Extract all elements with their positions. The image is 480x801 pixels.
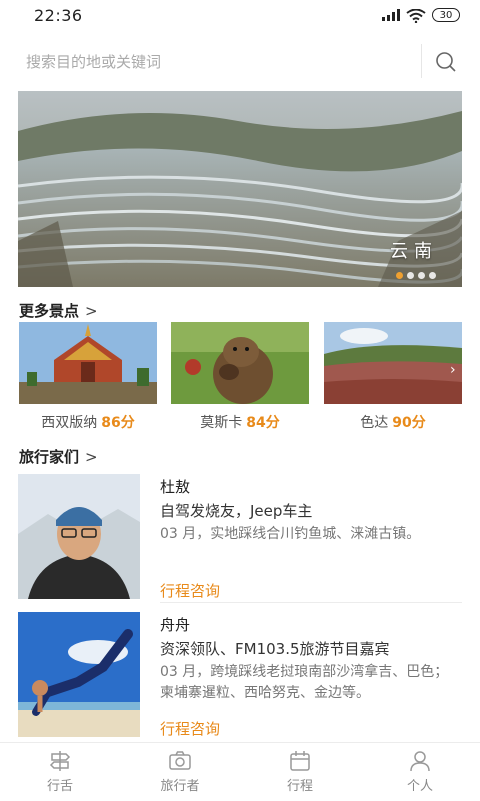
traveler-description: 03 月，实地踩线合川钓鱼城、涞滩古镇。 [160, 526, 421, 542]
spot-score: 86分 [101, 415, 135, 431]
traveler-title: 资深领队、FM103.5旅游节目嘉宾 [160, 640, 390, 658]
spot-label: 莫斯卡 84分 [171, 412, 309, 432]
spot-score: 90分 [392, 415, 426, 431]
temple-image [19, 322, 157, 404]
spot-card-image[interactable] [19, 322, 157, 404]
chevron-right-icon: > [85, 448, 98, 466]
camera-icon [169, 751, 191, 770]
travelers-header[interactable]: 旅行家们 > [19, 446, 98, 467]
person-icon [410, 751, 430, 772]
chevron-right-icon: > [85, 302, 98, 320]
traveler-name: 舟舟 [160, 616, 191, 634]
traveler-name: 杜敖 [160, 478, 191, 496]
spot-card-image[interactable] [171, 322, 309, 404]
divider [160, 602, 462, 603]
search-bar[interactable]: 搜索目的地或关键词 [0, 38, 480, 84]
status-bar: 22:36 30 [0, 0, 480, 32]
wifi-icon [406, 9, 426, 23]
spot-card-image[interactable]: › [324, 322, 462, 404]
tab-profile[interactable]: 个人 [360, 743, 480, 801]
banner-carousel[interactable]: 云南 [18, 91, 462, 287]
tab-itinerary[interactable]: 行程 [240, 743, 360, 801]
travelers-title: 旅行家们 [19, 448, 80, 466]
tab-xingshe[interactable]: 行舌 [0, 743, 120, 801]
carousel-dot [429, 272, 436, 279]
carousel-dot [396, 272, 403, 279]
tab-label: 行程 [286, 779, 313, 794]
search-divider [421, 44, 422, 78]
signal-icon [382, 9, 400, 21]
spot-label: 色达 90分 [324, 412, 462, 432]
calendar-icon [290, 751, 310, 771]
spot-score: 84分 [246, 415, 280, 431]
tab-label: 行舌 [46, 779, 73, 794]
carousel-dot [418, 272, 425, 279]
traveler-avatar [18, 612, 140, 737]
traveler-title: 自驾发烧友，Jeep车主 [160, 502, 313, 520]
search-icon[interactable] [434, 50, 458, 74]
trip-consult-link[interactable]: 行程咨询 [160, 718, 220, 739]
search-input[interactable]: 搜索目的地或关键词 [26, 51, 161, 72]
signpost-icon [49, 751, 71, 771]
tab-travelers[interactable]: 旅行者 [120, 743, 240, 801]
spot-name: 色达 [360, 415, 389, 431]
svg-text:›: › [450, 362, 456, 378]
traveler-avatar [18, 474, 140, 599]
trip-consult-link[interactable]: 行程咨询 [160, 580, 220, 601]
banner-city-label: 云南 [390, 241, 438, 262]
tab-label: 个人 [406, 779, 433, 794]
spot-label: 西双版纳 86分 [19, 412, 157, 432]
seda-image: › [324, 322, 462, 404]
status-time: 22:36 [34, 6, 83, 25]
tab-label: 旅行者 [160, 779, 200, 794]
spot-name: 莫斯卡 [200, 415, 243, 431]
more-spots-title: 更多景点 [19, 302, 80, 320]
more-spots-header[interactable]: 更多景点 > [19, 300, 98, 321]
traveler-description: 03 月，跨境踩线老挝琅南部沙湾拿吉、巴色；柬埔寨暹粒、西哈努克、金边等。 [160, 664, 449, 701]
marmot-image [171, 322, 309, 404]
carousel-dot [407, 272, 414, 279]
carousel-indicator [396, 272, 436, 279]
spot-name: 西双版纳 [41, 415, 98, 431]
battery-icon: 30 [432, 8, 460, 22]
bottom-tab-bar: 行舌 旅行者 行程 个人 [0, 742, 480, 801]
